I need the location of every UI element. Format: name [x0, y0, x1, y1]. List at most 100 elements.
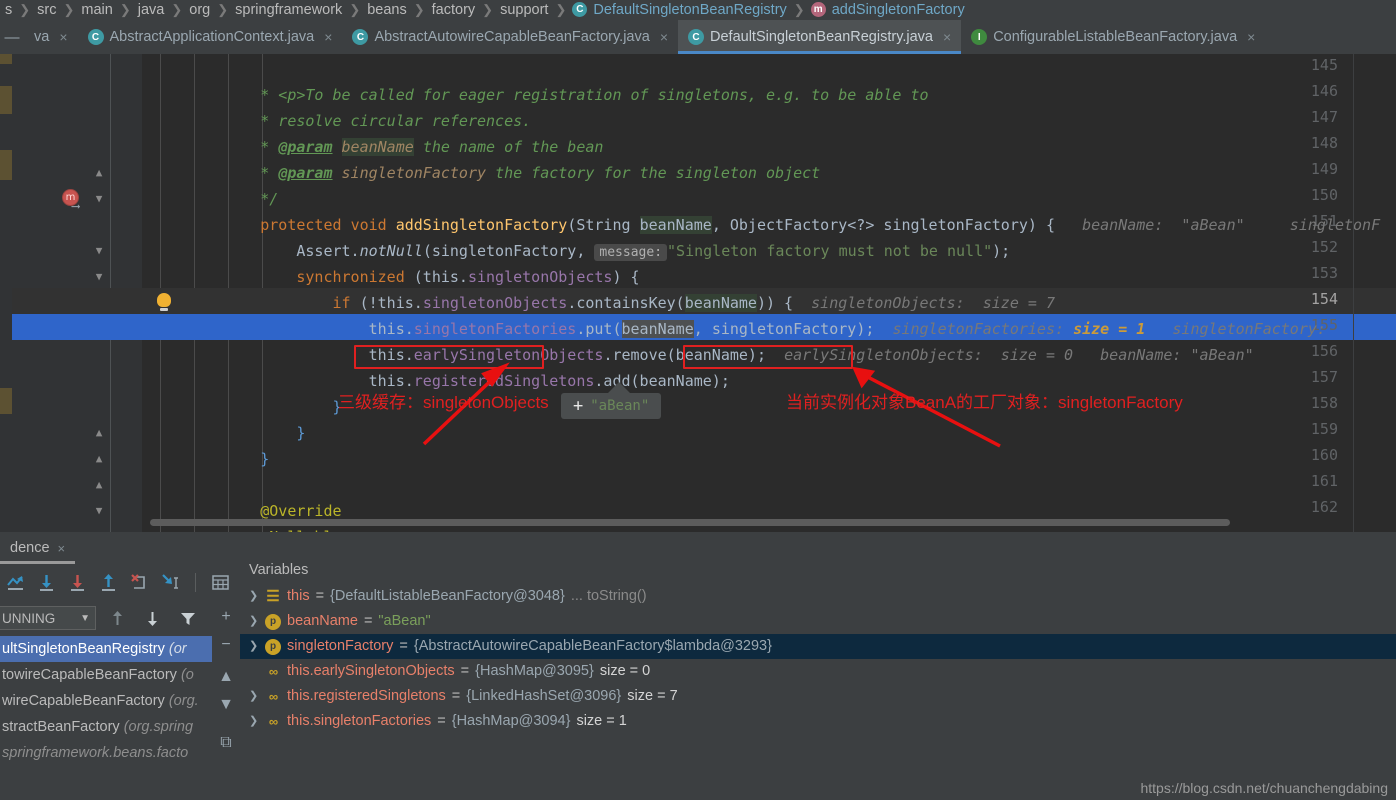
frame-row[interactable]: springframework.beans.facto: [0, 740, 212, 766]
class-icon: C: [87, 29, 104, 45]
code-line-158: }: [142, 394, 1396, 442]
variable-row-earlysingletonobjects[interactable]: ∞ this.earlySingletonObjects = {HashMap@…: [240, 659, 1396, 684]
variable-row-this[interactable]: ❯ ☰ this = {DefaultListableBeanFactory@3…: [240, 584, 1396, 609]
close-icon[interactable]: ×: [59, 29, 67, 45]
force-step-into-icon[interactable]: [126, 569, 153, 596]
expand-arrow-icon[interactable]: ❯: [249, 609, 259, 634]
breadcrumb-item-springframework[interactable]: springframework: [234, 2, 343, 18]
breadcrumb-separator-icon: ❯: [171, 2, 183, 17]
tab-configurable-listable-bean-factory[interactable]: I ConfigurableListableBeanFactory.java ×: [961, 20, 1265, 54]
method-icon: m: [810, 1, 826, 17]
frame-row[interactable]: stractBeanFactory (org.spring: [0, 714, 212, 740]
remove-watch-button[interactable]: −: [212, 632, 240, 658]
step-out-icon[interactable]: [95, 569, 122, 596]
copy-value-button[interactable]: ⧉: [212, 730, 240, 756]
move-watch-up-button[interactable]: ▲: [212, 664, 240, 690]
fold-marker-icon[interactable]: ▲: [92, 452, 106, 466]
breadcrumb-item-org[interactable]: org: [188, 2, 211, 18]
variable-value: {DefaultListableBeanFactory@3048}: [330, 588, 565, 604]
variable-row-singletonfactories[interactable]: ❯ ∞ this.singletonFactories = {HashMap@3…: [240, 709, 1396, 734]
breadcrumb-item-factory[interactable]: factory: [431, 2, 477, 18]
fold-marker-icon[interactable]: ▲: [92, 426, 106, 440]
frames-list[interactable]: ultSingletonBeanRegistry (or towireCapab…: [0, 636, 212, 800]
code-line-147: * @param beanName the name of the bean: [142, 108, 1396, 156]
breadcrumb-prefix: s: [5, 2, 13, 18]
filter-icon[interactable]: [174, 605, 201, 632]
param-icon: p: [265, 638, 281, 655]
field-icon: ∞: [268, 664, 278, 679]
tab-va[interactable]: va ×: [24, 20, 78, 54]
breadcrumb-item-class[interactable]: DefaultSingletonBeanRegistry: [592, 2, 787, 18]
expand-arrow-icon[interactable]: ❯: [249, 684, 259, 709]
close-icon[interactable]: ×: [58, 541, 66, 556]
expand-arrow-icon[interactable]: ❯: [249, 709, 259, 734]
add-watch-button[interactable]: +: [212, 604, 240, 630]
this-icon: ☰: [266, 588, 280, 605]
expand-arrow-icon[interactable]: ❯: [249, 584, 259, 609]
frame-package: springframework.beans.facto: [2, 745, 189, 761]
close-icon[interactable]: ×: [943, 29, 951, 45]
fold-marker-icon[interactable]: ▼: [92, 244, 106, 258]
fold-marker-icon[interactable]: ▼: [92, 504, 106, 518]
frames-up-icon[interactable]: [104, 605, 131, 632]
breadcrumb-item-java[interactable]: java: [137, 2, 166, 18]
tab-abstract-application-context[interactable]: C AbstractApplicationContext.java ×: [78, 20, 343, 54]
expand-arrow-icon[interactable]: ❯: [249, 634, 259, 659]
debug-tab-dependence[interactable]: dence ×: [0, 532, 76, 564]
variable-size: size = 7: [627, 688, 678, 704]
frame-row[interactable]: ultSingletonBeanRegistry (or: [0, 636, 212, 662]
annotation-text-singletonfactory: 当前实例化对象BeanA的工厂对象：singletonFactory: [786, 393, 1183, 412]
fold-marker-icon[interactable]: ▼: [92, 270, 106, 284]
editor-marker-strip[interactable]: [0, 54, 12, 532]
thread-selector[interactable]: UNNING ▼: [0, 606, 96, 630]
breadcrumb-item-beans[interactable]: beans: [366, 2, 408, 18]
code-editor[interactable]: 145 146 147 148 149 150 151 152 153 154 …: [0, 54, 1396, 532]
frame-package: (org.spring: [123, 719, 194, 735]
variable-value: {HashMap@3095}: [475, 663, 594, 679]
chevron-down-icon: ▼: [80, 612, 90, 624]
value-tooltip[interactable]: + "aBean": [561, 393, 662, 419]
debug-tool-window: dence × UNNING ▼ ultSingletonBeanRegistr…: [0, 532, 1396, 800]
variables-pane: Variables ❯ ☰ this = {DefaultListableBea…: [240, 556, 1396, 800]
tab-default-singleton-bean-registry[interactable]: C DefaultSingletonBeanRegistry.java ×: [678, 20, 962, 54]
frame-row[interactable]: wireCapableBeanFactory (org.: [0, 688, 212, 714]
frame-method: towireCapableBeanFactory: [2, 667, 177, 683]
frame-package: (or: [168, 641, 187, 657]
variable-row-beanname[interactable]: ❯ p beanName = "aBean": [240, 609, 1396, 634]
frame-package: (o: [180, 667, 194, 683]
variable-size: size = 0: [599, 663, 651, 679]
tab-label: va: [34, 29, 50, 45]
close-icon[interactable]: ×: [1247, 29, 1255, 45]
variable-value: {AbstractAutowireCapableBeanFactory$lamb…: [413, 638, 772, 654]
breadcrumb-item-method[interactable]: addSingletonFactory: [831, 2, 966, 18]
move-watch-down-button[interactable]: ▼: [212, 692, 240, 718]
close-icon[interactable]: ×: [660, 29, 668, 45]
close-icon[interactable]: ×: [324, 29, 332, 45]
breadcrumb-item-main[interactable]: main: [80, 2, 113, 18]
step-into-icon[interactable]: [64, 569, 91, 596]
show-execution-point-icon[interactable]: [2, 569, 29, 596]
frame-row[interactable]: towireCapableBeanFactory (o: [0, 662, 212, 688]
change-marker: [0, 86, 12, 114]
tab-abstract-autowire-capable-bean-factory[interactable]: C AbstractAutowireCapableBeanFactory.jav…: [342, 20, 678, 54]
fold-marker-icon[interactable]: ▲: [92, 166, 106, 180]
breadcrumb-separator-icon: ❯: [413, 2, 425, 17]
frames-down-icon[interactable]: [139, 605, 166, 632]
step-over-icon[interactable]: [33, 569, 60, 596]
breadcrumb-item-src[interactable]: src: [36, 2, 57, 18]
breadcrumb-separator-icon: ❯: [63, 2, 75, 17]
tool-window-stripe-icon[interactable]: —: [0, 20, 24, 54]
breadcrumb-separator-icon: ❯: [555, 2, 567, 17]
editor-horizontal-scrollbar[interactable]: [150, 519, 1230, 526]
run-to-cursor-icon[interactable]: [157, 569, 184, 596]
change-marker: [0, 150, 12, 180]
code-lines[interactable]: * <p>To be called for eager registration…: [142, 54, 1396, 532]
code-line-150: protected void addSingletonFactory(Strin…: [142, 186, 1396, 234]
variable-row-singletonfactory[interactable]: ❯ p singletonFactory = {AbstractAutowire…: [240, 634, 1396, 659]
fold-marker-icon[interactable]: ▼: [92, 192, 106, 206]
code-line-154: this.singletonFactories.put(beanName, si…: [142, 290, 1396, 338]
fold-marker-icon[interactable]: ▲: [92, 478, 106, 492]
evaluate-expression-icon[interactable]: [207, 569, 234, 596]
variable-row-registeredsingletons[interactable]: ❯ ∞ this.registeredSingletons = {LinkedH…: [240, 684, 1396, 709]
breadcrumb-item-support[interactable]: support: [499, 2, 549, 18]
